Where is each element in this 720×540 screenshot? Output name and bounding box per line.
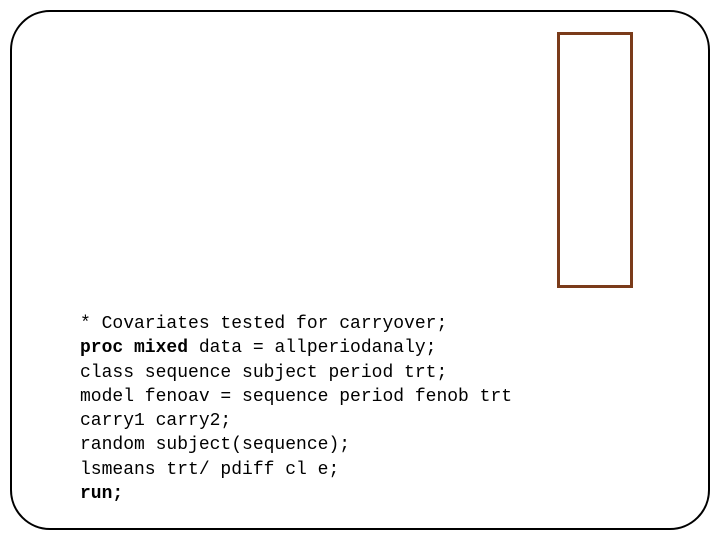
code-line-run: run; [80,482,523,506]
code-line-proc: proc mixed data = allperiodanaly; [80,336,523,360]
slide-frame: * Covariates tested for carryover; proc … [10,10,710,530]
highlight-box [557,32,633,288]
code-rest-l2: data = allperiodanaly; [188,338,436,358]
keyword-proc-mixed: proc mixed [80,338,188,358]
code-line-class: class sequence subject period trt; [80,361,523,385]
code-line-model: model fenoav = sequence period fenob trt [80,385,523,409]
code-block: * Covariates tested for carryover; proc … [80,312,523,506]
code-line-random: random subject(sequence); [80,433,523,457]
code-line-carry: carry1 carry2; [80,409,523,433]
code-line-comment: * Covariates tested for carryover; [80,312,523,336]
code-line-lsmeans: lsmeans trt/ pdiff cl e; [80,458,523,482]
